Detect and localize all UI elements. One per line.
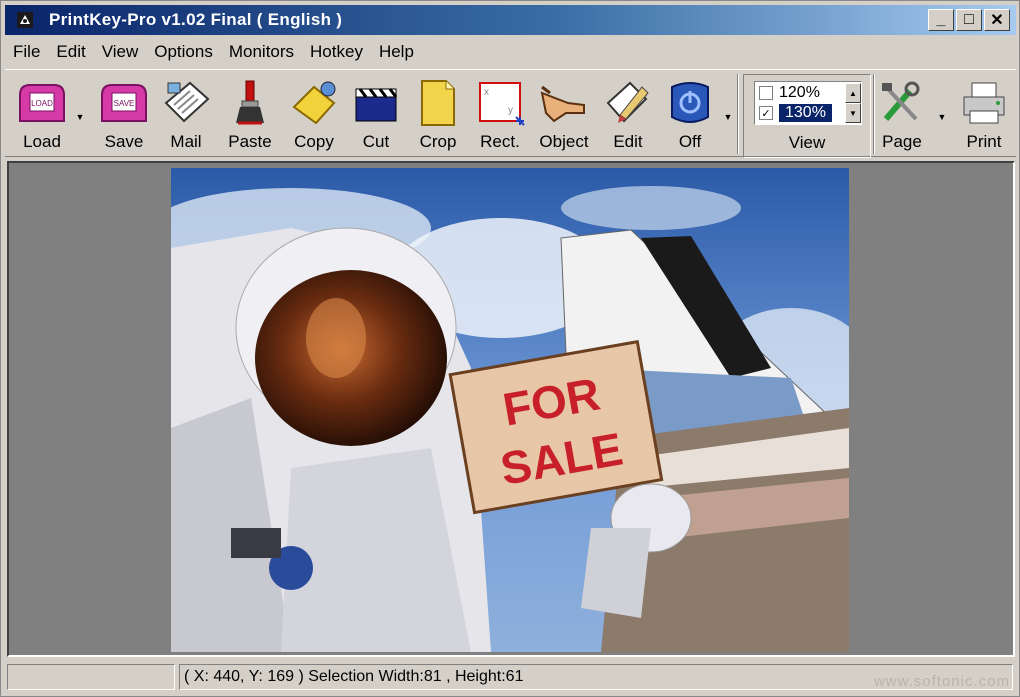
paste-brush-icon [223, 76, 277, 130]
zoom-120-checkbox[interactable] [759, 86, 773, 100]
status-pane-left [7, 664, 175, 690]
page-setup-tools-icon [875, 76, 929, 130]
edit-label: Edit [613, 132, 643, 151]
title-bar[interactable]: PrintKey-Pro v1.02 Final ( English ) _ □… [5, 5, 1016, 35]
off-label: Off [678, 132, 702, 151]
crop-label: Crop [419, 132, 457, 151]
svg-text:x: x [484, 87, 489, 98]
maximize-button[interactable]: □ [956, 9, 982, 31]
edit-button[interactable]: Edit [595, 76, 661, 156]
close-button[interactable]: ✕ [984, 9, 1010, 31]
toolbar-separator [737, 74, 739, 154]
zoom-option-130[interactable]: ✓ 130% [755, 103, 847, 123]
rect-label: Rect. [480, 132, 520, 151]
zoom-130-label: 130% [779, 104, 832, 122]
load-button[interactable]: LOAD Load [9, 76, 75, 156]
object-button[interactable]: Object [531, 76, 597, 156]
screenshot-image[interactable]: FOR SALE [171, 168, 849, 652]
cut-label: Cut [362, 132, 390, 151]
watermark-text: www.softonic.com [873, 673, 1010, 690]
zoom-list[interactable]: 120% ✓ 130% ▲ ▼ [754, 81, 862, 125]
copy-icon [287, 76, 341, 130]
load-label: Load [23, 132, 61, 151]
page-label: Page [882, 132, 922, 151]
save-label: Save [104, 132, 144, 151]
menu-help[interactable]: Help [371, 42, 422, 62]
app-window: PrintKey-Pro v1.02 Final ( English ) _ □… [0, 0, 1020, 697]
printer-icon [957, 76, 1011, 130]
off-dropdown-arrow-icon[interactable]: ▼ [723, 112, 733, 122]
off-button[interactable]: Off [657, 76, 723, 156]
rectangle-select-icon: x y [473, 76, 527, 130]
svg-text:y: y [508, 105, 513, 116]
zoom-option-120[interactable]: 120% [755, 83, 847, 103]
copy-button[interactable]: Copy [281, 76, 347, 156]
status-bar: ( X: 440, Y: 169 ) Selection Width:81 , … [5, 661, 1016, 693]
save-icon-text: SAVE [114, 99, 135, 108]
clapperboard-icon [349, 76, 403, 130]
paste-label: Paste [228, 132, 272, 151]
power-off-icon [663, 76, 717, 130]
app-logo-icon [15, 10, 35, 30]
rect-button[interactable]: x y Rect. [467, 76, 533, 156]
crop-button[interactable]: Crop [405, 76, 471, 156]
paste-button[interactable]: Paste [217, 76, 283, 156]
zoom-spin-up-icon[interactable]: ▲ [845, 83, 861, 103]
pointing-hand-icon [537, 76, 591, 130]
view-label: View [788, 133, 826, 152]
canvas-area[interactable]: FOR SALE [7, 161, 1015, 657]
mail-button[interactable]: Mail [153, 76, 219, 156]
save-icon: SAVE [97, 76, 151, 130]
print-label: Print [966, 132, 1002, 151]
load-icon: LOAD [15, 76, 69, 130]
view-zoom-group: 120% ✓ 130% ▲ ▼ View [743, 74, 871, 158]
menu-view[interactable]: View [94, 42, 147, 62]
save-button[interactable]: SAVE Save [91, 76, 157, 156]
menu-file[interactable]: File [5, 42, 48, 62]
window-title: PrintKey-Pro v1.02 Final ( English ) [49, 10, 343, 29]
toolbar: LOAD Load ▼ SAVE Save Mail Paste Copy Cu… [5, 69, 1017, 158]
zoom-spin-down-icon[interactable]: ▼ [845, 103, 861, 123]
print-button[interactable]: Print [951, 76, 1017, 156]
menu-options[interactable]: Options [146, 42, 221, 62]
page-dropdown-arrow-icon[interactable]: ▼ [937, 112, 947, 122]
mail-label: Mail [170, 132, 202, 151]
load-icon-text: LOAD [31, 99, 53, 108]
object-label: Object [539, 132, 589, 151]
mail-icon [159, 76, 213, 130]
load-dropdown-arrow-icon[interactable]: ▼ [75, 112, 85, 122]
zoom-130-checkbox[interactable]: ✓ [759, 106, 773, 120]
menu-edit[interactable]: Edit [48, 42, 93, 62]
menu-monitors[interactable]: Monitors [221, 42, 302, 62]
menu-bar: File Edit View Options Monitors Hotkey H… [5, 38, 422, 66]
minimize-button[interactable]: _ [928, 9, 954, 31]
menu-hotkey[interactable]: Hotkey [302, 42, 371, 62]
cut-button[interactable]: Cut [343, 76, 409, 156]
astronaut-photo: FOR SALE [171, 168, 849, 652]
edit-pencil-icon [601, 76, 655, 130]
zoom-120-label: 120% [779, 84, 820, 101]
page-button[interactable]: Page [869, 76, 935, 156]
copy-label: Copy [294, 132, 334, 151]
crop-page-icon [411, 76, 465, 130]
